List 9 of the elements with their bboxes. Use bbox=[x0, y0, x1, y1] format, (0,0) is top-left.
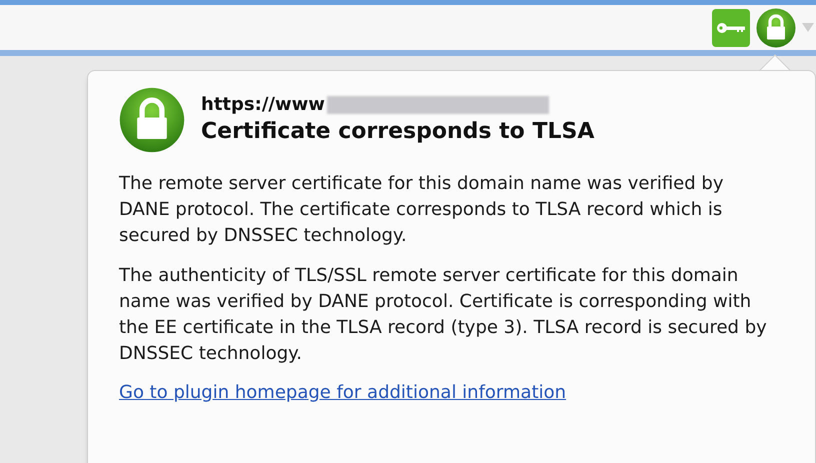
description-paragraph: The authenticity of TLS/SSL remote server certificate for this domain name was verified by DANE protocol. Certificate is corresponding with the EE certificate in the TLSA record (type 3). TLSA record is secured by DNSSEC technology. bbox=[119, 264, 768, 366]
lock-button-icon[interactable] bbox=[756, 8, 796, 48]
description-paragraph: The remote server certificate for this domain name was verified by DANE protocol. The certificate corresponds to TLSA record which is secured by DNSSEC technology. bbox=[119, 172, 724, 248]
lock-icon bbox=[119, 87, 185, 153]
dropdown-arrow-icon[interactable] bbox=[802, 22, 814, 32]
certificate-title: Certificate corresponds to TLSA bbox=[201, 118, 594, 146]
site-url: https://www bbox=[201, 93, 325, 117]
key-icon[interactable] bbox=[712, 8, 750, 46]
plugin-homepage-link[interactable]: Go to plugin homepage for additional information bbox=[119, 381, 566, 405]
